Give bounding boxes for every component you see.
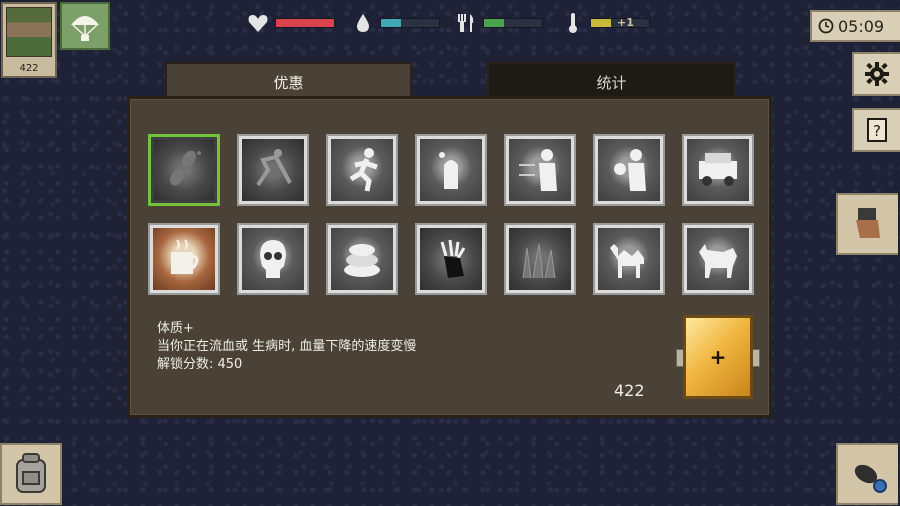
gloved-hand-icon: [420, 228, 482, 290]
note-question-icon: ?: [867, 118, 887, 142]
health-bar: [275, 18, 335, 28]
perk-hot-drink[interactable]: [148, 223, 220, 295]
running-shadow-icon: [242, 139, 304, 201]
thermometer-icon: [562, 12, 584, 34]
svg-text:?: ?: [873, 122, 881, 140]
perk-points: 422: [614, 381, 645, 400]
soldier-portrait-icon: [6, 7, 52, 57]
perk-vision[interactable]: [415, 134, 487, 206]
perk-description: 体质+ 当你正在流血或 生病时, 血量下降的速度变慢 解锁分数: 450: [157, 320, 416, 374]
perk-unlock-cost: 解锁分数: 450: [157, 357, 243, 372]
player-avatar[interactable]: 422: [1, 2, 57, 78]
perk-effect-text: 当你正在流血或 生病时, 血量下降的速度变慢: [157, 339, 417, 354]
tab-perks-label: 优惠: [273, 73, 304, 92]
backpack-icon: [16, 453, 46, 493]
water-drop-icon: [352, 12, 374, 34]
perk-sprinter[interactable]: [326, 134, 398, 206]
camel-icon: [598, 228, 660, 290]
temperature-bar: +1: [590, 16, 650, 29]
perks-panel: 体质+ 当你正在流血或 生病时, 血量下降的速度变慢 解锁分数: 450 422…: [127, 96, 772, 418]
hand-item-icon: [856, 208, 880, 238]
wolf-icon: [687, 228, 749, 290]
perk-boxer[interactable]: [593, 134, 665, 206]
tab-statistics-label: 统计: [596, 73, 627, 92]
parachute-icon: [71, 16, 99, 41]
tab-statistics[interactable]: 统计: [487, 62, 736, 100]
boxer-icon: [598, 139, 660, 201]
perk-wolf[interactable]: [682, 223, 754, 295]
quick-item-slot-hand[interactable]: [836, 193, 898, 255]
heart-icon: [247, 12, 269, 34]
perk-spikes[interactable]: [504, 223, 576, 295]
quest-log-button[interactable]: ?: [852, 108, 900, 152]
perk-title: 体质+: [157, 321, 194, 336]
add-perk-button[interactable]: +: [683, 315, 753, 399]
health-stat: [247, 12, 335, 34]
temperature-modifier: +1: [617, 16, 634, 29]
skull-icon: [242, 228, 304, 290]
add-perk-label: +: [709, 345, 727, 369]
water-stat: [352, 12, 440, 34]
flexing-man-wind-icon: [509, 139, 571, 201]
perk-running-faded[interactable]: [237, 134, 309, 206]
perk-bread[interactable]: [326, 223, 398, 295]
settings-button[interactable]: [852, 52, 900, 96]
food-bar: [483, 18, 543, 28]
spikes-icon: [509, 228, 571, 290]
truck-icon: [687, 139, 749, 201]
bread-stack-icon: [331, 228, 393, 290]
airdrop-button[interactable]: [60, 2, 110, 50]
perk-truck[interactable]: [682, 134, 754, 206]
grenade-item-icon: [854, 464, 887, 493]
running-man-icon: [331, 139, 393, 201]
timer-text: 05:09: [838, 16, 885, 36]
avatar-count: 422: [19, 63, 39, 74]
water-bar: [380, 18, 440, 28]
tab-perks[interactable]: 优惠: [165, 62, 412, 100]
food-stat: [455, 12, 543, 34]
game-timer: 05:09: [810, 10, 900, 42]
perk-footprints[interactable]: [148, 134, 220, 206]
backpack-button[interactable]: [0, 443, 62, 505]
perk-skull[interactable]: [237, 223, 309, 295]
gear-icon: [865, 62, 889, 86]
perk-strongman-wind[interactable]: [504, 134, 576, 206]
glowing-figure-icon: [420, 139, 482, 201]
temperature-stat: +1: [562, 12, 650, 34]
quick-item-slot-bottom[interactable]: [836, 443, 898, 505]
hot-mug-icon: [153, 228, 215, 290]
fork-knife-icon: [455, 12, 477, 34]
footprints-icon: [154, 140, 214, 200]
perk-claw-hand[interactable]: [415, 223, 487, 295]
clock-icon: [818, 18, 834, 34]
perk-camel[interactable]: [593, 223, 665, 295]
